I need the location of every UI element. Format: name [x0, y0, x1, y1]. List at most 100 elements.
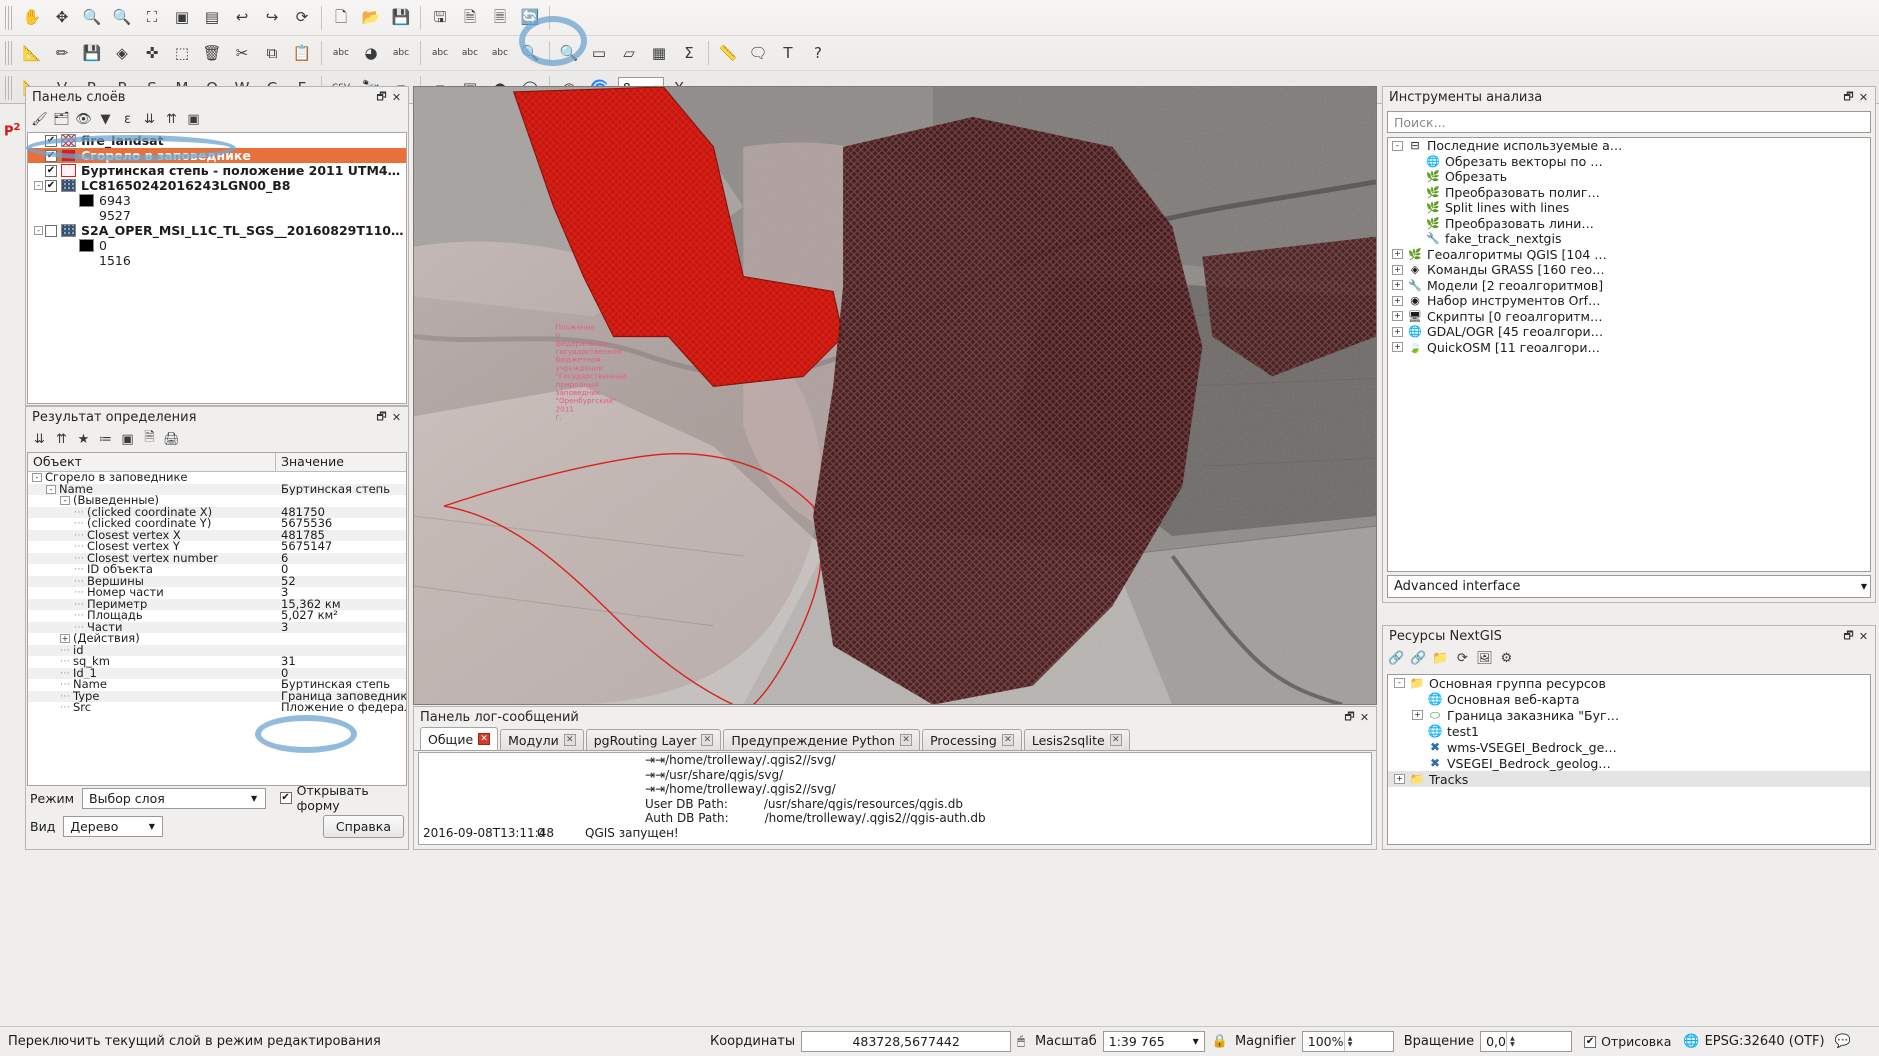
add-group-icon[interactable]: 🗂: [51, 109, 72, 130]
identify-row[interactable]: - Name Буртинская степь: [28, 483, 406, 495]
log-body[interactable]: ⇥⇥/home/trolleway/.qgis2//svg/⇥⇥/usr/sha…: [418, 752, 1372, 845]
layer-item[interactable]: Сгорело в заповеднике: [28, 148, 406, 163]
identify-row[interactable]: ⋯ Closest vertex Y 5675147: [28, 541, 406, 553]
zoom-last-icon[interactable]: ↩: [228, 4, 256, 32]
processing-tree-item[interactable]: - ⊟ Последние используемые а…: [1388, 138, 1870, 154]
refresh-icon[interactable]: ⟳: [1452, 648, 1473, 669]
identify-row[interactable]: ⋯ (clicked coordinate Y) 5675536: [28, 518, 406, 530]
identify-mode-select[interactable]: Выбор слоя ▼: [82, 787, 266, 809]
processing-tree-item[interactable]: 🔧 fake_track_nextgis: [1388, 231, 1870, 247]
style-manager-icon[interactable]: 🖌: [29, 109, 50, 130]
identify-row[interactable]: - Сгорело в заповеднике: [28, 472, 406, 484]
label-abc-2-icon[interactable]: abc: [387, 39, 415, 67]
identify-row[interactable]: ⋯ Части 3: [28, 621, 406, 633]
move-feature-icon[interactable]: ✜: [138, 39, 166, 67]
layer-item[interactable]: 9527: [28, 208, 406, 223]
identify-row[interactable]: ⋯ Closest vertex X 481785: [28, 529, 406, 541]
add-feature-icon[interactable]: ◈: [108, 39, 136, 67]
remove-layer-icon[interactable]: ▣: [183, 109, 204, 130]
collapse-all-icon[interactable]: ⇈: [51, 429, 72, 450]
zoom-out-icon[interactable]: 🔍: [108, 4, 136, 32]
identify-row[interactable]: + (Действия): [28, 633, 406, 645]
nextgis-tree-item[interactable]: - 📁 Основная группа ресурсов: [1388, 675, 1870, 691]
processing-tree-item[interactable]: 🌿 Split lines with lines: [1388, 200, 1870, 216]
scale-select[interactable]: 1:39 765 ▼: [1102, 1031, 1205, 1052]
zoom-full-icon[interactable]: ⛶: [138, 4, 166, 32]
add-webmap-icon[interactable]: 🖼: [1474, 648, 1495, 669]
processing-search-input[interactable]: Поиск...: [1387, 111, 1871, 133]
processing-tree-item[interactable]: + ◈ Команды GRASS [160 гео…: [1388, 262, 1870, 278]
paste-features-icon[interactable]: 📋: [288, 39, 316, 67]
map-tips-icon[interactable]: 🗨: [744, 39, 772, 67]
layer-visibility-checkbox[interactable]: [45, 134, 57, 147]
identify-row[interactable]: ⋯ Вершины 52: [28, 575, 406, 587]
help-icon[interactable]: ?: [804, 39, 832, 67]
collapse-node-icon[interactable]: -: [1392, 140, 1403, 151]
identify-row[interactable]: ⋯ Type Граница заповедника: [28, 690, 406, 702]
log-tab[interactable]: Модули ✕: [500, 729, 584, 750]
collapse-node-icon[interactable]: -: [46, 484, 56, 494]
color-wheel-icon[interactable]: ◕: [357, 39, 385, 67]
processing-tree-item[interactable]: 🌐 Обрезать векторы по …: [1388, 154, 1870, 170]
identify-results-table[interactable]: Объект Значение - Сгорело в заповеднике - N…: [27, 452, 407, 786]
identify-row[interactable]: ⋯ Площадь 5,027 км²: [28, 610, 406, 622]
connect-icon[interactable]: 🔗: [1386, 648, 1407, 669]
text-annotation-icon[interactable]: T: [774, 39, 802, 67]
close-icon[interactable]: ✕: [1357, 710, 1372, 725]
copy-features-icon[interactable]: ⧉: [258, 39, 286, 67]
label-abc-1-icon[interactable]: abc: [327, 39, 355, 67]
view-mode-icon[interactable]: ≔: [95, 429, 116, 450]
identify-row[interactable]: ⋯ id: [28, 644, 406, 656]
expand-node-icon[interactable]: +: [1412, 710, 1423, 720]
log-tab[interactable]: Lesis2sqlite ✕: [1023, 729, 1130, 750]
identify-view-select[interactable]: Дерево ▼: [63, 815, 164, 837]
nextgis-tree-item[interactable]: 🌐 Основная веб-карта: [1388, 691, 1870, 707]
zoom-in-icon[interactable]: 🔍: [78, 4, 106, 32]
expand-node-icon[interactable]: +: [1392, 326, 1403, 337]
log-tab[interactable]: Предупреждение Python ✕: [723, 729, 921, 750]
close-icon[interactable]: ✕: [389, 90, 404, 105]
toolbar-grip[interactable]: [5, 76, 14, 100]
select-features-icon[interactable]: ▭: [585, 39, 613, 67]
toggle-coordinate-capture-icon[interactable]: 🖱: [1017, 1034, 1025, 1049]
close-tab-icon[interactable]: ✕: [1001, 734, 1014, 746]
identify-row[interactable]: ⋯ sq_km 31: [28, 656, 406, 668]
identify-row[interactable]: ⋯ Номер части 3: [28, 587, 406, 599]
rotation-stepper[interactable]: ▲ ▼: [1505, 1032, 1518, 1051]
expand-node-icon[interactable]: +: [1392, 249, 1403, 260]
layer-item[interactable]: 1516: [28, 253, 406, 268]
layers-tree[interactable]: fire_landsatСгорело в заповедникеБуртинс…: [27, 132, 407, 404]
open-form-checkbox[interactable]: Открывать форму: [279, 783, 404, 813]
interface-mode-select[interactable]: Advanced interface ▼: [1387, 575, 1871, 598]
close-tab-icon[interactable]: ✕: [701, 734, 714, 746]
processing-tree-item[interactable]: + 🍃 QuickOSM [11 геоалгори…: [1388, 340, 1870, 356]
collapse-all-icon[interactable]: ⇈: [161, 109, 182, 130]
log-tab[interactable]: pgRouting Layer ✕: [585, 729, 722, 750]
measure-line-icon[interactable]: 📏: [714, 39, 742, 67]
magnifier-stepper[interactable]: ▲ ▼: [1343, 1032, 1356, 1051]
layer-item[interactable]: 0: [28, 238, 406, 253]
undock-icon[interactable]: 🗗: [1841, 90, 1856, 105]
new-project-icon[interactable]: 🗋: [327, 4, 355, 32]
processing-tree-item[interactable]: + 🌿 Геоалгоритмы QGIS [104 …: [1388, 247, 1870, 263]
render-checkbox[interactable]: Отрисовка: [1584, 1034, 1671, 1049]
identify-row[interactable]: ⋯ Периметр 15,362 км: [28, 598, 406, 610]
processing-tree-item[interactable]: + 🌐 GDAL/OGR [45 геоалгори…: [1388, 324, 1870, 340]
expand-node-icon[interactable]: +: [1392, 280, 1403, 291]
label-abc-4-icon[interactable]: abc: [456, 39, 484, 67]
label-abc-3-icon[interactable]: abc: [426, 39, 454, 67]
save-layer-edits-icon[interactable]: 💾: [78, 39, 106, 67]
reload-icon[interactable]: 🔄: [516, 4, 544, 32]
expand-new-icon[interactable]: ★: [73, 429, 94, 450]
identify-row[interactable]: ⋯ Name Буртинская степь: [28, 679, 406, 691]
new-print-composer-icon[interactable]: 🗎: [456, 4, 484, 32]
composer-manager-icon[interactable]: 🗏: [486, 4, 514, 32]
pan-to-selection-icon[interactable]: ✥: [48, 4, 76, 32]
layer-visibility-checkbox[interactable]: [45, 179, 57, 192]
identify-row[interactable]: ⋯ ID объекта 0: [28, 564, 406, 576]
collapse-node-icon[interactable]: -: [1394, 678, 1405, 688]
layer-item[interactable]: - S2A_OPER_MSI_L1C_TL_SGS__20160829T11092…: [28, 223, 406, 238]
identify-row[interactable]: - (Выведенные): [28, 495, 406, 507]
processing-tree-item[interactable]: + 🖥 Скрипты [0 геоалгоритм…: [1388, 309, 1870, 325]
refresh-icon[interactable]: ⟳: [288, 4, 316, 32]
